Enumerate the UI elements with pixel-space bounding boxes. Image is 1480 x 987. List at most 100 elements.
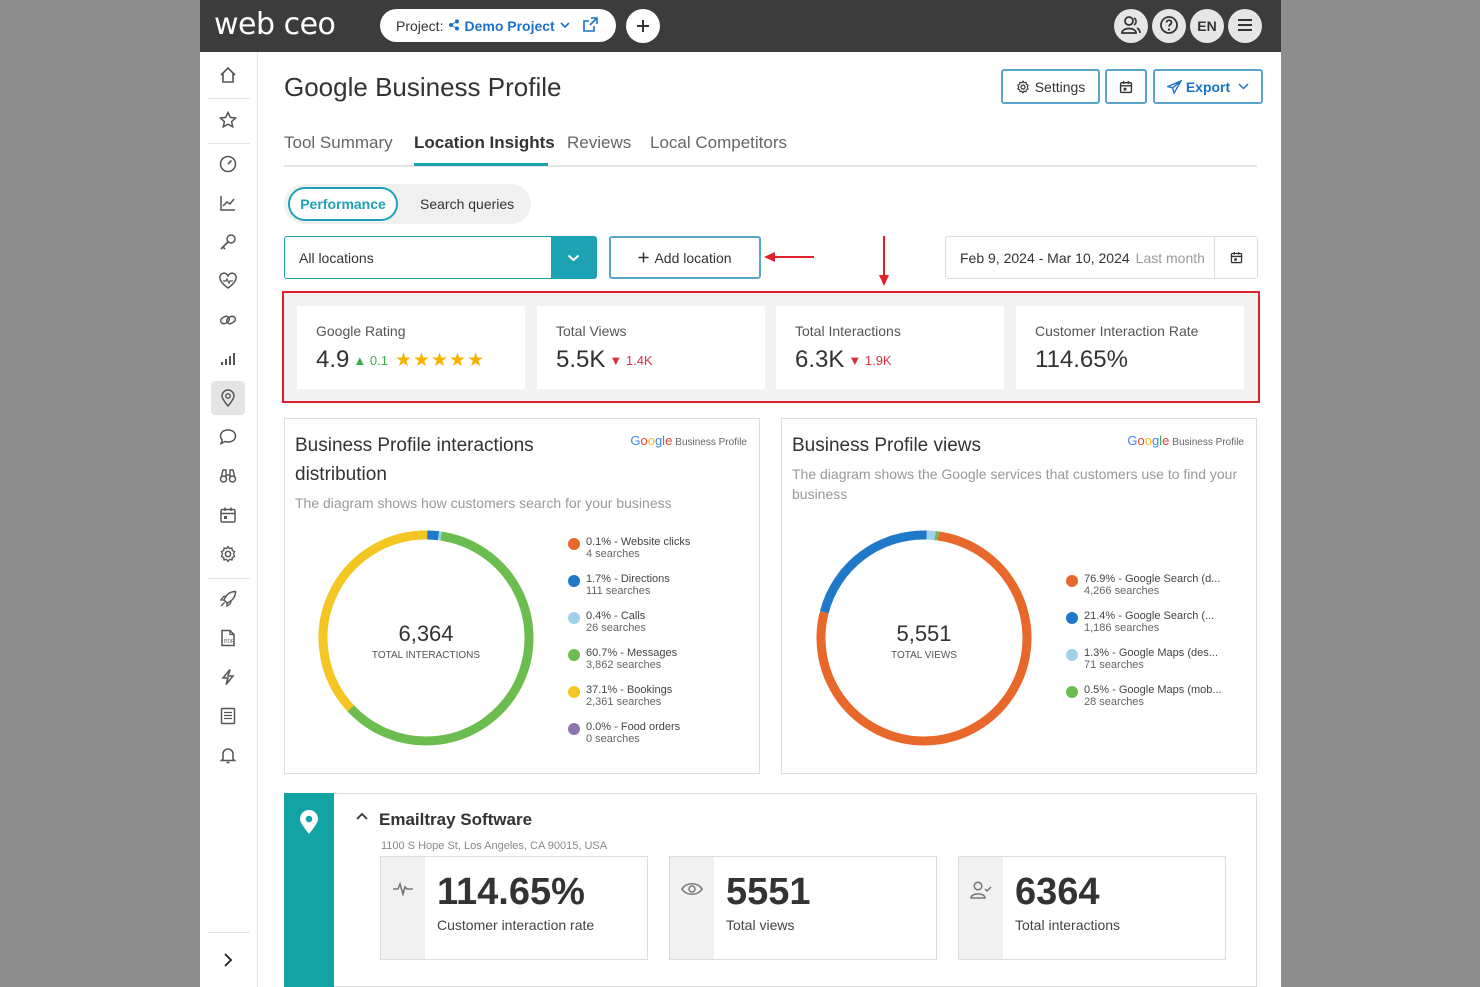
legend-count: 26 searches <box>586 622 646 634</box>
stat-card-total-views: Total Views 5.5K ▼ 1.4K <box>537 306 765 389</box>
gear-icon[interactable] <box>211 537 245 571</box>
stat-label: Total Views <box>556 323 627 339</box>
legend-item[interactable]: 76.9% - Google Search (d... 4,266 searche… <box>1066 573 1222 610</box>
metric-value: 5551 <box>726 871 811 913</box>
rocket-icon[interactable] <box>211 582 245 616</box>
stat-value-row: 114.65% <box>1035 346 1128 374</box>
panel-description: The diagram shows the Google services th… <box>792 464 1237 504</box>
interactions-legend: 0.1% - Website clicks 4 searches 1.7% - Di… <box>568 536 690 758</box>
donut-center: 5,551 TOTAL VIEWS <box>844 621 1004 661</box>
calendar-icon[interactable] <box>211 498 245 532</box>
legend-label: 60.7% - Messages <box>586 647 678 659</box>
legend-item[interactable]: 21.4% - Google Search (... 1,186 searches <box>1066 610 1222 647</box>
views-legend: 76.9% - Google Search (d... 4,266 searche… <box>1066 573 1222 721</box>
panel-description-line2: business <box>792 486 848 502</box>
legend-item[interactable]: 0.4% - Calls 26 searches <box>568 610 690 647</box>
legend-label: 76.9% - Google Search (d... <box>1084 573 1221 585</box>
metric-icon-area <box>959 857 1003 959</box>
binoculars-icon[interactable] <box>211 459 245 493</box>
legend-count: 71 searches <box>1084 659 1144 671</box>
metric-value: 6364 <box>1015 871 1100 913</box>
legend-color-dot <box>1066 612 1078 624</box>
legend-item[interactable]: 0.0% - Food orders 0 searches <box>568 721 690 758</box>
donut-segment[interactable] <box>926 530 936 541</box>
annotation-arrows <box>764 236 889 286</box>
chevron-right-icon[interactable] <box>211 943 245 977</box>
app-window: web ceo Project: Demo Project EN PDF Goo… <box>200 0 1281 987</box>
stat-delta-value: 1.9K <box>864 353 892 369</box>
legend-color-dot <box>568 612 580 624</box>
metric-caption: Total interactions <box>1015 917 1121 933</box>
metric-caption: Total views <box>726 917 795 933</box>
legend-item[interactable]: 0.5% - Google Maps (mob... 28 searches <box>1066 684 1222 721</box>
panel-title-line2: distribution <box>295 464 387 485</box>
legend-color-dot <box>1066 649 1078 661</box>
chat-bubble-icon[interactable] <box>211 420 245 454</box>
stat-value: 4.9 <box>316 346 350 373</box>
legend-item[interactable]: 1.7% - Directions 111 searches <box>568 573 690 610</box>
location-name: Emailtray Software <box>379 810 533 829</box>
legend-count: 1,186 searches <box>1084 622 1160 634</box>
interactions-distribution-panel: Business Profile interactions distributio… <box>284 418 760 774</box>
stat-value: 5.5K <box>556 346 606 373</box>
map-pin-icon[interactable] <box>211 381 245 415</box>
svg-text:PDF: PDF <box>224 639 234 645</box>
stat-delta-up: ▲ 0.1 <box>353 353 388 369</box>
location-address: 1100 S Hope St, Los Angeles, CA 90015, U… <box>381 840 608 852</box>
panel-title: Business Profile interactions distributio… <box>295 431 534 489</box>
gbp-product-label: Business Profile <box>1172 437 1244 448</box>
panel-title: Business Profile views <box>792 435 982 456</box>
stat-value-row: 4.9 ▲ 0.1 ★★★★★ <box>316 346 485 374</box>
donut-total-label: TOTAL INTERACTIONS <box>371 650 481 661</box>
user-check-icon <box>970 881 992 959</box>
legend-label: 37.1% - Bookings <box>586 684 673 696</box>
profile-views-panel: Business Profile views Google Business Pr… <box>781 418 1257 774</box>
sidebar-divider <box>208 932 250 933</box>
stat-delta-value: 0.1 <box>369 353 388 369</box>
bell-icon[interactable] <box>211 738 245 772</box>
metric-icon-area <box>381 857 425 959</box>
stat-delta-value: 1.4K <box>625 353 653 369</box>
panel-description: The diagram shows how customers search f… <box>295 495 672 511</box>
stat-label: Google Rating <box>316 323 406 339</box>
stat-delta-down: ▼ 1.9K <box>848 353 892 369</box>
chevron-up-icon[interactable] <box>355 808 369 826</box>
legend-count: 4,266 searches <box>1084 585 1160 597</box>
metric-card-total-interactions: 6364 Total interactions <box>958 856 1226 960</box>
metric-caption: Customer interaction rate <box>437 917 595 933</box>
eye-icon <box>681 881 703 959</box>
stat-card-total-interactions: Total Interactions 6.3K ▼ 1.9K <box>776 306 1004 389</box>
location-strip <box>284 793 334 987</box>
legend-label: 0.0% - Food orders <box>586 721 681 733</box>
metric-icon-area <box>670 857 714 959</box>
legend-label: 21.4% - Google Search (... <box>1084 610 1215 622</box>
google-business-profile-logo: Google Business Profile <box>630 433 747 448</box>
pdf-report-icon[interactable]: PDF <box>211 621 245 655</box>
donut-segment[interactable] <box>819 530 927 614</box>
legend-color-dot <box>1066 575 1078 587</box>
panel-description-line1: The diagram shows the Google services th… <box>792 466 1238 482</box>
legend-color-dot <box>568 686 580 698</box>
lightning-bolt-icon[interactable] <box>211 660 245 694</box>
legend-count: 4 searches <box>586 548 640 560</box>
legend-count: 2,361 searches <box>586 696 662 708</box>
sidebar-divider <box>208 578 250 579</box>
list-document-icon[interactable] <box>211 699 245 733</box>
donut-total-value: 6,364 <box>398 621 454 646</box>
metric-value: 114.65% <box>437 871 585 913</box>
legend-color-dot <box>568 649 580 661</box>
legend-label: 1.7% - Directions <box>586 573 670 585</box>
donut-segment[interactable] <box>427 530 440 541</box>
legend-item[interactable]: 1.3% - Google Maps (des... 71 searches <box>1066 647 1222 684</box>
legend-item[interactable]: 0.1% - Website clicks 4 searches <box>568 536 690 573</box>
legend-count: 111 searches <box>586 585 651 597</box>
stat-label: Total Interactions <box>795 323 901 339</box>
legend-label: 1.3% - Google Maps (des... <box>1084 647 1218 659</box>
legend-color-dot <box>568 538 580 550</box>
link-icon[interactable] <box>211 303 245 337</box>
signal-bars-icon[interactable] <box>211 342 245 376</box>
legend-item[interactable]: 37.1% - Bookings 2,361 searches <box>568 684 690 721</box>
legend-item[interactable]: 60.7% - Messages 3,862 searches <box>568 647 690 684</box>
google-business-profile-logo: Google Business Profile <box>1127 433 1244 448</box>
panel-title-line1: Business Profile interactions <box>295 435 534 456</box>
